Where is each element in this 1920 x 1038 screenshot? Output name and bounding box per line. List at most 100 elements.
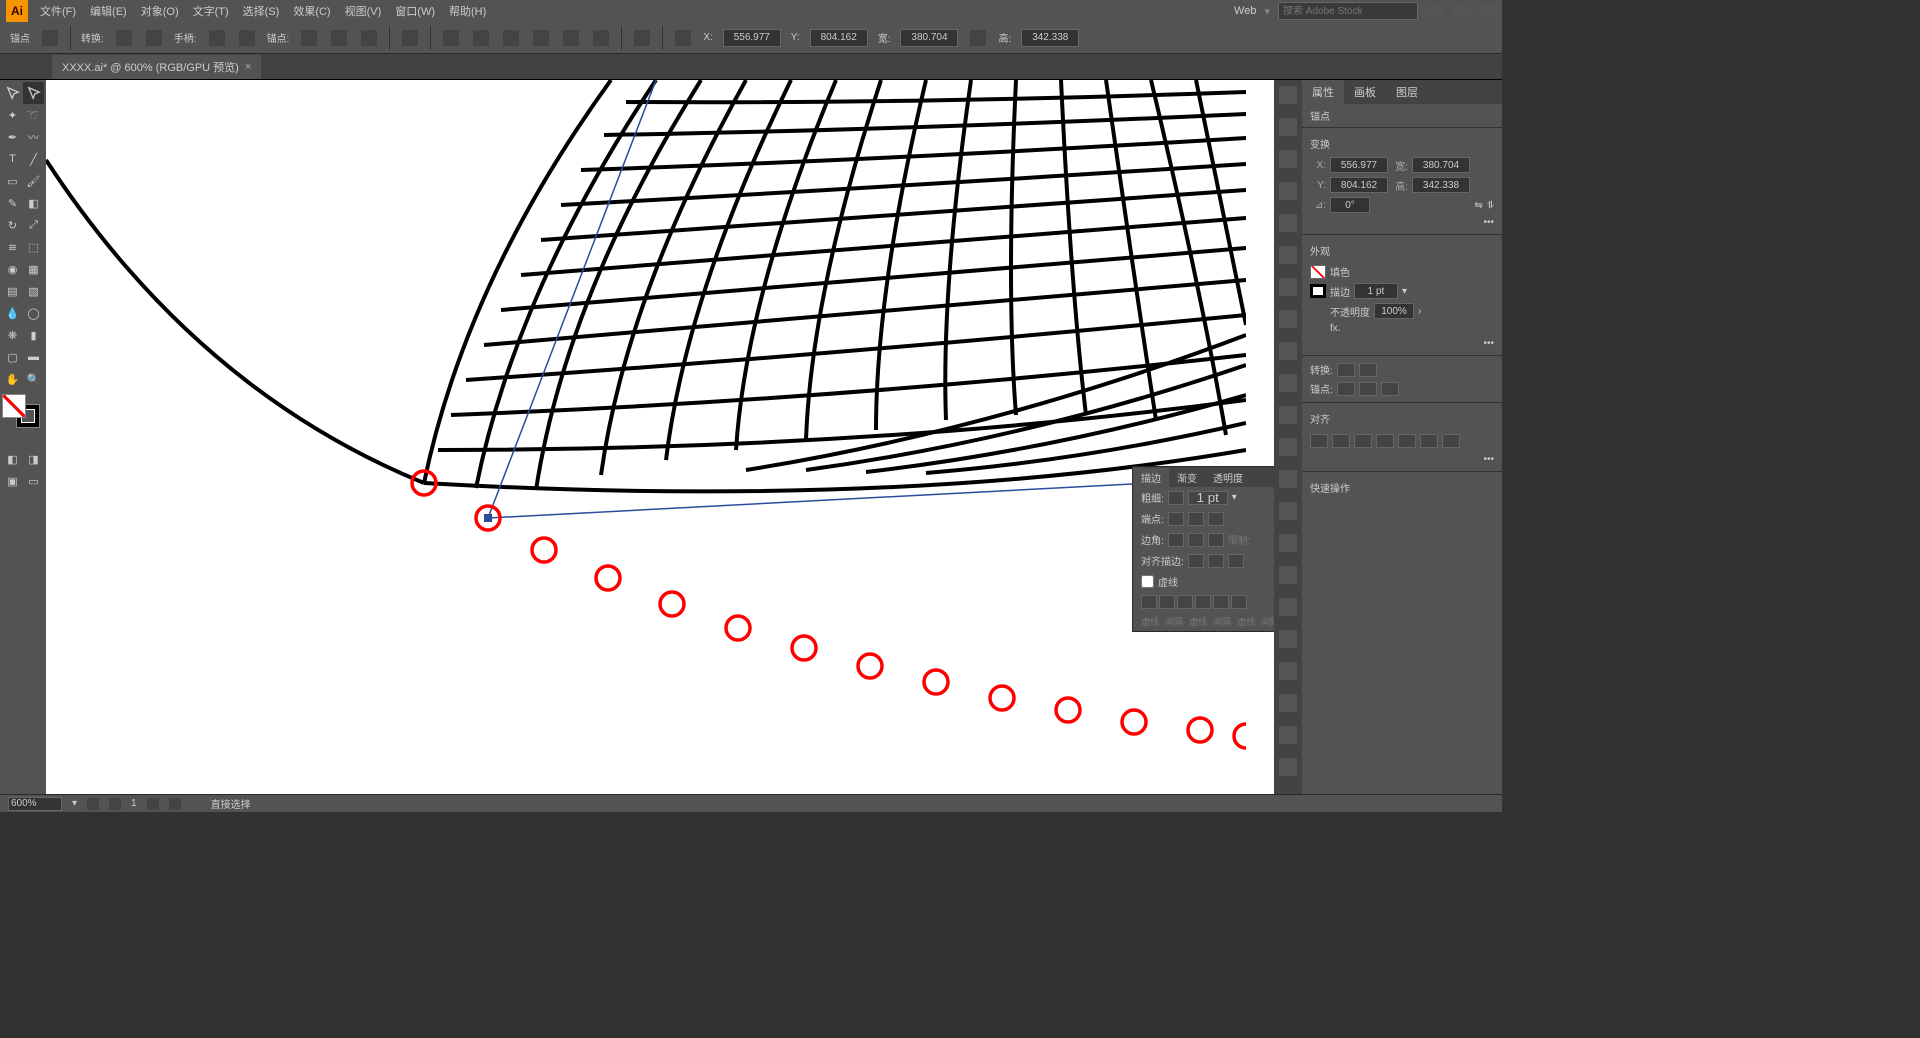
graph-tool[interactable]: ▮ xyxy=(23,324,44,346)
anchor-cut-btn[interactable] xyxy=(1381,382,1399,396)
rp-align-top-icon[interactable] xyxy=(1376,434,1394,448)
cap-square-icon[interactable] xyxy=(1208,512,1224,526)
rp-align-hcenter-icon[interactable] xyxy=(1332,434,1350,448)
stroke-panel[interactable]: 描边 渐变 透明度 ≡ 粗细: ▾ 端点: 边角: xyxy=(1132,466,1274,632)
fill-swatch[interactable] xyxy=(2,394,26,418)
handle-show-icon[interactable] xyxy=(209,30,225,46)
cb-h-input[interactable] xyxy=(1021,29,1079,47)
align-hcenter-icon[interactable] xyxy=(473,30,489,46)
stroke-swatch-small[interactable] xyxy=(1310,284,1326,298)
rp-align-more-icon[interactable] xyxy=(1442,434,1460,448)
anchor-connect-btn[interactable] xyxy=(1359,382,1377,396)
anchor-add-icon[interactable] xyxy=(42,30,58,46)
align-top-icon[interactable] xyxy=(533,30,549,46)
flip-v-icon[interactable]: ⥮ xyxy=(1487,200,1494,211)
link-wh-icon[interactable] xyxy=(970,30,986,46)
align-bottom-icon[interactable] xyxy=(593,30,609,46)
anchor-connect-icon[interactable] xyxy=(331,30,347,46)
dashed-line-checkbox[interactable] xyxy=(1141,575,1154,588)
rp-align-bottom-icon[interactable] xyxy=(1420,434,1438,448)
artboard-number[interactable]: 1 xyxy=(131,798,137,809)
convert-smooth-icon[interactable] xyxy=(146,30,162,46)
align-more-icon[interactable]: ••• xyxy=(1483,454,1494,465)
artboard-tool[interactable]: ▢ xyxy=(2,346,23,368)
artboard-next-icon[interactable] xyxy=(147,798,159,810)
convert-smooth-btn[interactable] xyxy=(1359,363,1377,377)
gradient-tab[interactable]: 渐变 xyxy=(1169,468,1205,487)
eraser-tool[interactable]: ◧ xyxy=(23,192,44,214)
anchor-remove-btn[interactable] xyxy=(1337,382,1355,396)
menu-file[interactable]: 文件(F) xyxy=(40,3,76,19)
menu-select[interactable]: 选择(S) xyxy=(243,3,280,19)
eyedropper-tool[interactable]: 💧 xyxy=(2,302,23,324)
symbols-icon[interactable] xyxy=(1279,630,1297,648)
transform-panel-icon[interactable] xyxy=(1279,534,1297,552)
distribute-icon[interactable] xyxy=(634,30,650,46)
cb-y-input[interactable] xyxy=(810,29,868,47)
anchor-remove-icon[interactable] xyxy=(301,30,317,46)
tf-y-input[interactable] xyxy=(1330,177,1388,193)
fx-label[interactable]: fx. xyxy=(1330,323,1341,334)
workspace-label[interactable]: Web xyxy=(1234,5,1256,17)
stroke-weight-input-2[interactable] xyxy=(1354,283,1398,299)
lasso-tool[interactable]: ➰ xyxy=(23,104,44,126)
screen-mode-icon[interactable]: ▭ xyxy=(23,470,44,492)
pen-tool[interactable]: ✒ xyxy=(2,126,23,148)
window-maximize-icon[interactable] xyxy=(1452,4,1470,18)
isolate-icon[interactable] xyxy=(402,30,418,46)
pathfinder-icon[interactable] xyxy=(1279,502,1297,520)
gradient-tool[interactable]: ▨ xyxy=(23,280,44,302)
brightness-icon[interactable] xyxy=(1279,406,1297,424)
stroke-weight-dropdown-icon[interactable]: ▾ xyxy=(1232,492,1237,503)
link-icon[interactable] xyxy=(1279,310,1297,328)
color-mode-icon[interactable]: ◧ xyxy=(2,448,23,470)
transparency-tab[interactable]: 透明度 xyxy=(1205,468,1251,487)
mesh-tool[interactable]: ▤ xyxy=(2,280,23,302)
menu-help[interactable]: 帮助(H) xyxy=(449,3,486,19)
align-panel-icon[interactable] xyxy=(1279,470,1297,488)
close-tab-icon[interactable]: × xyxy=(245,61,251,73)
opacity-value[interactable]: 100% xyxy=(1374,303,1414,319)
document-tab[interactable]: XXXX.ai* @ 600% (RGB/GPU 预览) × xyxy=(52,55,261,79)
play-icon[interactable] xyxy=(1279,150,1297,168)
fill-stroke-picker[interactable] xyxy=(2,394,46,444)
dash-field-2[interactable] xyxy=(1177,595,1193,609)
reference-point-icon[interactable] xyxy=(675,30,691,46)
cb-x-input[interactable] xyxy=(723,29,781,47)
menu-object[interactable]: 对象(O) xyxy=(141,3,179,19)
menu-type[interactable]: 文字(T) xyxy=(193,3,229,19)
cap-round-icon[interactable] xyxy=(1188,512,1204,526)
rotate-tool[interactable]: ↻ xyxy=(2,214,23,236)
stroke-tab[interactable]: 描边 xyxy=(1133,468,1169,487)
opacity-more-icon[interactable]: › xyxy=(1418,306,1421,317)
gap-field-3[interactable] xyxy=(1231,595,1247,609)
rp-align-right-icon[interactable] xyxy=(1354,434,1372,448)
anchor-cut-icon[interactable] xyxy=(361,30,377,46)
rp-align-left-icon[interactable] xyxy=(1310,434,1328,448)
menu-effect[interactable]: 效果(C) xyxy=(293,3,330,19)
paragraph-icon[interactable] xyxy=(1279,246,1297,264)
rectangle-tool[interactable]: ▭ xyxy=(2,170,23,192)
zoom-select[interactable] xyxy=(8,797,62,811)
handle-hide-icon[interactable] xyxy=(239,30,255,46)
artboard-last-icon[interactable] xyxy=(169,798,181,810)
menu-edit[interactable]: 编辑(E) xyxy=(90,3,127,19)
zoom-dropdown-icon[interactable]: ▾ xyxy=(72,798,77,809)
shape-builder-tool[interactable]: ◉ xyxy=(2,258,23,280)
properties-icon[interactable] xyxy=(1279,86,1297,104)
corner-round-icon[interactable] xyxy=(1188,533,1204,547)
stroke-weight-stepper[interactable] xyxy=(1168,491,1184,505)
scale-tool[interactable]: ⤢ xyxy=(23,214,44,236)
draw-mode-icon[interactable]: ▣ xyxy=(2,470,23,492)
graphic-styles-icon[interactable] xyxy=(1279,598,1297,616)
tab-artboards[interactable]: 画板 xyxy=(1344,80,1386,104)
transform-more-icon[interactable]: ••• xyxy=(1483,217,1494,228)
blend-tool[interactable]: ◯ xyxy=(23,302,44,324)
stroke-weight-input[interactable] xyxy=(1188,491,1228,505)
align-right-icon[interactable] xyxy=(503,30,519,46)
zoom-tool[interactable]: 🔍 xyxy=(23,368,44,390)
paintbrush-tool[interactable]: 🖌 xyxy=(23,170,44,192)
curvature-tool[interactable]: 〰 xyxy=(23,126,44,148)
slice-tool[interactable]: ▬ xyxy=(23,346,44,368)
tf-angle-input[interactable] xyxy=(1330,197,1370,213)
